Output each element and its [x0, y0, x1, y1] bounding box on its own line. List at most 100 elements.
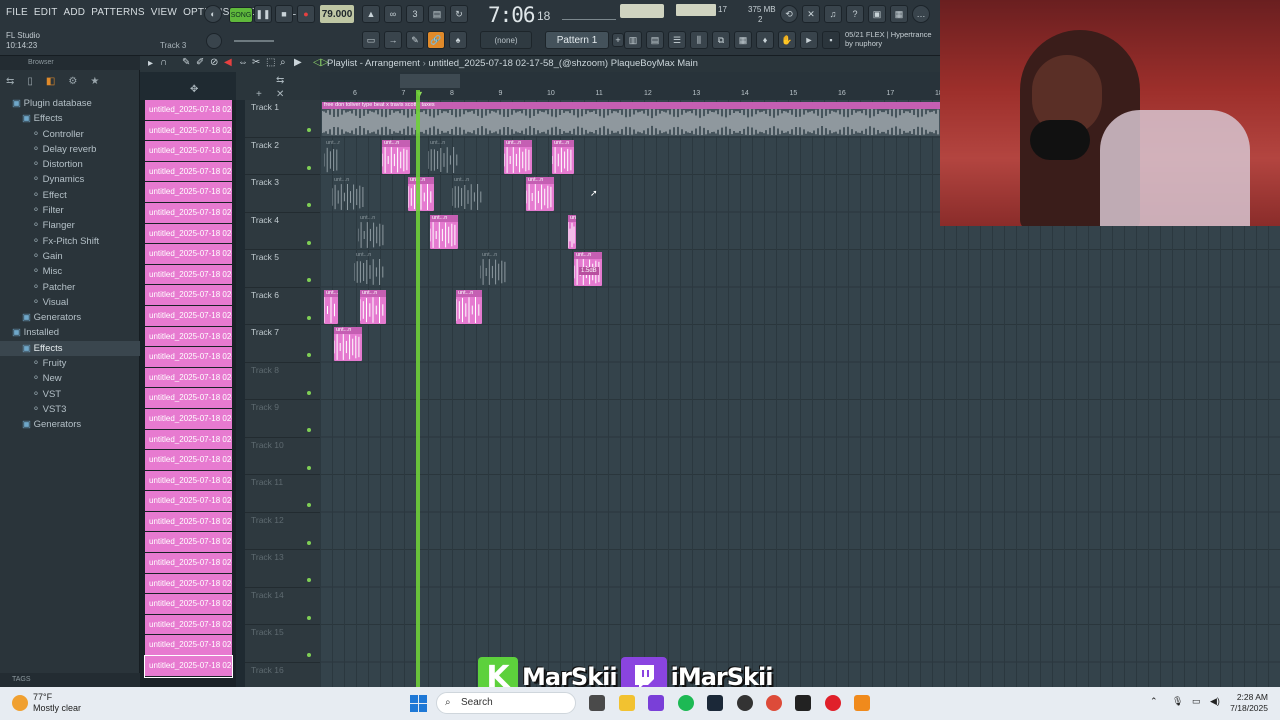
weather-icon[interactable] — [12, 695, 28, 711]
browser-item[interactable]: ⚬ Flanger — [0, 218, 140, 233]
browser-item[interactable]: ⚬ Visual — [0, 295, 140, 310]
clip-source-item[interactable]: untitled_2025-07-18 02-... — [145, 141, 232, 162]
audio-clip[interactable]: unt...n — [323, 289, 338, 324]
clip-source-item[interactable]: untitled_2025-07-18 02-... — [145, 470, 232, 492]
save-icon[interactable]: ▣ — [868, 5, 886, 23]
track-header[interactable]: Track 3 — [245, 175, 320, 213]
track-header[interactable]: Track 4 — [245, 213, 320, 250]
audio-clip[interactable]: unt...n — [427, 140, 460, 174]
clip-source-item[interactable]: untitled_2025-07-18 02-... — [144, 655, 233, 678]
pitch-slider[interactable] — [234, 40, 274, 42]
gear-icon[interactable]: ⚙ — [68, 76, 77, 87]
draw-tool-icon[interactable]: ✎ — [406, 31, 424, 49]
zoom-icon[interactable]: ⌕ — [280, 57, 286, 68]
track-mute-led[interactable] — [307, 465, 311, 470]
slip-icon[interactable]: ⇔ — [238, 57, 248, 68]
clip-source-item[interactable]: untitled_2025-07-18 02-... — [145, 491, 232, 512]
track-header[interactable]: Track 13 — [245, 550, 320, 588]
audio-clip[interactable]: unt...n — [479, 252, 508, 286]
audio-clip[interactable]: unt...n — [323, 140, 340, 174]
channel-rack-icon[interactable]: ☰ — [668, 31, 686, 49]
track-mute-led[interactable] — [307, 315, 311, 320]
master-volume-knob[interactable]: ◐ — [204, 5, 222, 23]
browser-item[interactable]: ⚬ Controller — [0, 127, 140, 142]
obs-icon[interactable] — [737, 695, 753, 711]
clip-source-item[interactable]: untitled_2025-07-18 02-... — [145, 161, 232, 183]
menu-add[interactable]: ADD — [64, 7, 86, 18]
browser-item[interactable]: ⚬ VST3 — [0, 402, 140, 417]
track-header[interactable]: Track 14 — [245, 588, 320, 625]
track-header[interactable]: Track 7 — [245, 325, 320, 363]
news-icon[interactable]: ▪ — [822, 31, 840, 49]
mute-icon[interactable]: ◀ — [224, 57, 232, 68]
clip-source-item[interactable]: untitled_2025-07-18 02-... — [145, 594, 232, 615]
tempo-display[interactable]: 79.000 — [320, 5, 354, 23]
track-mute-led[interactable] — [307, 540, 311, 545]
snap-select[interactable]: (none) — [480, 31, 532, 49]
audio-clip[interactable]: unt...n — [567, 214, 576, 249]
countdown-icon[interactable]: 3 — [406, 5, 424, 23]
browser-item[interactable]: ⚬ Effect — [0, 188, 140, 203]
taskview-icon[interactable] — [589, 695, 605, 711]
audio-clip[interactable]: unt...n — [455, 289, 482, 324]
audio-clip[interactable]: unt...n — [359, 289, 386, 324]
track-mute-led[interactable] — [307, 653, 311, 657]
plugin-database-icon[interactable]: ▦ — [734, 31, 752, 49]
record-icon[interactable]: ● — [297, 5, 315, 23]
spotify-icon[interactable] — [678, 695, 694, 711]
eq-icon[interactable]: ♦ — [756, 31, 774, 49]
link-icon[interactable]: 🔗 — [427, 31, 445, 49]
track-header[interactable]: Track 6 — [245, 288, 320, 325]
microphone-tray-icon[interactable]: 🎙 — [1172, 696, 1183, 707]
clip-source-item[interactable]: untitled_2025-07-18 02-... — [145, 367, 232, 389]
track-mute-led[interactable] — [307, 128, 311, 132]
track-mute-led[interactable] — [307, 165, 311, 170]
clip-source-item[interactable]: untitled_2025-07-18 02-... — [145, 573, 232, 595]
magnet-icon[interactable]: ∩ — [160, 57, 167, 68]
clip-source-item[interactable]: untitled_2025-07-18 02-... — [145, 264, 232, 286]
track-mute-led[interactable] — [307, 615, 311, 620]
clipboard-icon[interactable]: ▯ — [27, 76, 33, 87]
capcut-icon[interactable] — [795, 695, 811, 711]
clip-source-item[interactable]: untitled_2025-07-18 02-... — [145, 635, 232, 657]
track-mute-led[interactable] — [307, 240, 311, 245]
menu-edit[interactable]: EDIT — [34, 7, 58, 18]
opera-icon[interactable] — [825, 695, 841, 711]
arrow-right-icon[interactable]: → — [384, 31, 402, 49]
paint-icon[interactable]: ✐ — [196, 57, 204, 68]
track-header[interactable]: Track 11 — [245, 475, 320, 513]
clip-source-item[interactable]: untitled_2025-07-18 02-... — [145, 244, 232, 265]
clock[interactable]: 2:28 AM 7/18/2025 — [1226, 692, 1268, 714]
track-mute-led[interactable] — [307, 353, 311, 357]
chevron-up-icon[interactable]: ⌃ — [1150, 696, 1158, 707]
track-header[interactable]: Track 12 — [245, 513, 320, 550]
add-track-icon[interactable]: + — [256, 89, 262, 100]
timeline-ruler[interactable]: ▼ 6789101112131415161718 — [320, 72, 943, 100]
playhead[interactable] — [416, 90, 420, 687]
browser-item[interactable]: ⚬ Misc — [0, 264, 140, 279]
playlist-menu-icon[interactable]: ▸ — [148, 58, 153, 69]
track-header[interactable]: Track 15 — [245, 625, 320, 663]
clip-source-item[interactable]: untitled_2025-07-18 02-... — [145, 100, 232, 121]
song-position[interactable]: 7:06 — [488, 3, 536, 27]
track-mute-led[interactable] — [307, 203, 311, 207]
browser-item[interactable]: ⚬ Fruity — [0, 356, 140, 371]
clip-source-item[interactable]: untitled_2025-07-18 02-... — [145, 326, 232, 348]
clip-source-item[interactable]: untitled_2025-07-18 02-... — [145, 285, 232, 306]
playlist-options-icon[interactable]: ✥ — [190, 84, 198, 95]
browser-item[interactable]: ▣ Effects — [0, 340, 140, 357]
plugin-filter-icon[interactable]: ◧ — [46, 76, 55, 87]
arrow-left-icon[interactable]: ⇆ — [6, 76, 14, 87]
audio-clip[interactable]: unt...n — [551, 139, 574, 174]
browser-item[interactable]: ⚬ Filter — [0, 203, 140, 218]
file-explorer-icon[interactable] — [619, 695, 635, 711]
browser-item[interactable]: ▣ Generators — [0, 417, 140, 432]
menu-view[interactable]: VIEW — [151, 7, 177, 18]
browser-item[interactable]: ⚬ Dynamics — [0, 172, 140, 187]
playlist-icon[interactable]: ▥ — [624, 31, 642, 49]
project-browser-icon[interactable]: ⧉ — [712, 31, 730, 49]
clip-source-item[interactable]: untitled_2025-07-18 02-... — [145, 305, 232, 327]
slice-icon[interactable]: ✂ — [252, 57, 260, 68]
star-icon[interactable]: ★ — [90, 76, 99, 87]
track-mute-led[interactable] — [307, 278, 311, 282]
